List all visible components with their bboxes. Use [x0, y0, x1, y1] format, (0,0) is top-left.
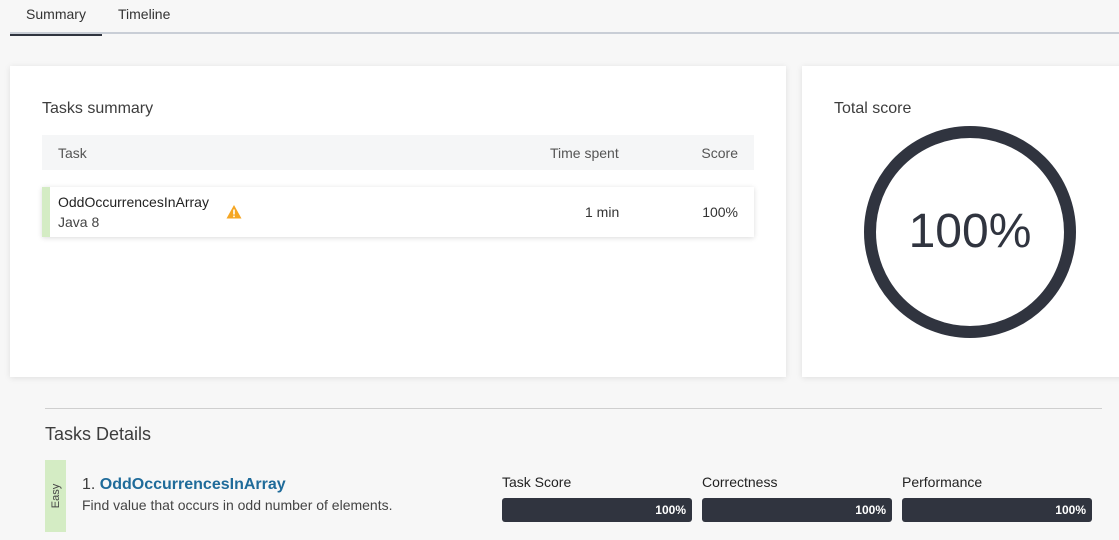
tab-bar: Summary Timeline [10, 0, 1119, 36]
performance-label: Performance [902, 474, 983, 490]
difficulty-stripe [42, 187, 50, 237]
total-score-value: 100% [908, 205, 1032, 258]
correctness-label: Correctness [702, 474, 778, 490]
correctness-value: 100% [855, 503, 886, 517]
column-task: Task [58, 145, 87, 161]
tasks-summary-title: Tasks summary [42, 100, 154, 117]
column-time-spent: Time spent [550, 145, 619, 161]
total-score-card: Total score 100% [802, 66, 1119, 377]
task-score-value: 100% [655, 503, 686, 517]
task-score-label: Task Score [502, 474, 572, 490]
table-row[interactable]: OddOccurrencesInArray Java 8 1 min 100% [42, 187, 754, 237]
correctness-bar: 100% [702, 498, 892, 522]
task-description: Find value that occurs in odd number of … [82, 497, 393, 513]
difficulty-badge: Easy [45, 460, 66, 532]
section-divider [45, 408, 1102, 409]
task-score: 100% [702, 204, 738, 220]
tab-timeline[interactable]: Timeline [118, 0, 188, 34]
tasks-details-title: Tasks Details [45, 424, 152, 444]
column-score: Score [701, 145, 738, 161]
tab-summary[interactable]: Summary [10, 0, 102, 36]
difficulty-label: Easy [49, 483, 62, 509]
total-score-title: Total score [834, 100, 912, 117]
task-name: OddOccurrencesInArray [58, 194, 209, 210]
task-language: Java 8 [58, 214, 100, 230]
performance-bar: 100% [902, 498, 1092, 522]
task-score-bar: 100% [502, 498, 692, 522]
task-number: 1. [82, 476, 96, 493]
report-page: Summary Timeline Tasks summary Task Time… [0, 0, 1119, 540]
performance-value: 100% [1055, 503, 1086, 517]
task-detail-heading: 1. OddOccurrencesInArray [82, 476, 286, 494]
tasks-summary-card: Tasks summary Task Time spent Score OddO… [10, 66, 786, 377]
warning-triangle-icon[interactable] [226, 204, 242, 220]
table-header: Task Time spent Score [42, 135, 754, 170]
task-detail-link[interactable]: OddOccurrencesInArray [100, 476, 286, 493]
task-time-spent: 1 min [585, 204, 620, 220]
